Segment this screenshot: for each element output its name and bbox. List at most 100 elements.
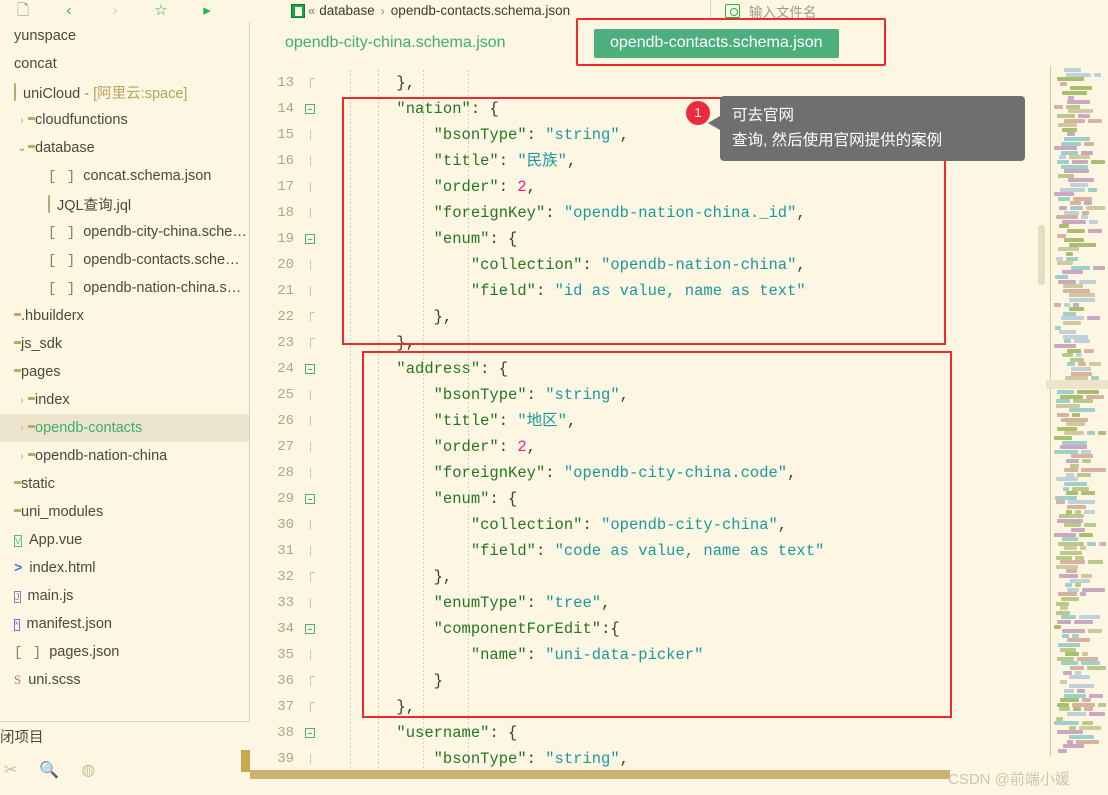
minimap-line (1079, 725, 1101, 730)
code-minimap[interactable] (1046, 62, 1108, 762)
back-icon[interactable]: ‹ (46, 0, 92, 21)
code-line[interactable]: }, (322, 70, 1108, 96)
code-editor[interactable]: 13 14 15 16 17 18 19 20 21 22 23 24 25 26 27 28 29 30 31 32… (250, 70, 1108, 770)
sidebar-item-database[interactable]: ⌄ database (0, 134, 249, 162)
minimap-line (1080, 592, 1086, 597)
sidebar-item-jql-jql[interactable]: JQL查询.jql (0, 190, 249, 218)
code-line[interactable]: "foreignKey": "opendb-city-china.code", (322, 460, 1108, 486)
fold-guide (302, 434, 318, 460)
code-token: , (566, 412, 577, 430)
vertical-scrollbar-thumb[interactable] (1038, 225, 1045, 285)
minimap-viewport-indicator[interactable] (1046, 380, 1108, 389)
cut-icon[interactable]: ✂ (4, 760, 17, 780)
sidebar-item-opendb-nation-china[interactable]: › opendb-nation-china (0, 442, 249, 470)
sidebar-item-app-vue[interactable]: V App.vue (0, 526, 249, 554)
sidebar-item-uni-scss[interactable]: Suni.scss (0, 666, 249, 694)
code-line[interactable]: } (322, 668, 1108, 694)
sidebar-item-pages[interactable]: pages (0, 358, 249, 386)
find-in-files-icon[interactable]: 🔍 (39, 760, 59, 780)
fold-toggle-icon[interactable] (302, 226, 318, 252)
code-line[interactable]: "field": "id as value, name as text" (322, 278, 1108, 304)
sidebar-item-unicloud-space[interactable]: uniCloud - [阿里云:space] (0, 78, 249, 106)
sidebar-item-index[interactable]: › index (0, 386, 249, 414)
fold-toggle-icon[interactable] (302, 720, 318, 746)
chevron-right-icon[interactable]: › (16, 115, 28, 126)
minimap-line (1094, 72, 1101, 77)
code-line[interactable]: "username": { (322, 720, 1108, 746)
sidebar-item-label: index.html (29, 560, 96, 576)
code-line[interactable]: }, (322, 304, 1108, 330)
breadcrumb-file[interactable]: opendb-contacts.schema.json (391, 3, 570, 18)
code-line[interactable]: "name": "uni-data-picker" (322, 642, 1108, 668)
code-line[interactable]: }, (322, 564, 1108, 590)
sidebar-item-index-html[interactable]: > index.html (0, 554, 249, 582)
minimap-line (1063, 670, 1072, 675)
cloud-globe-icon[interactable]: ◍ (81, 760, 95, 780)
code-line[interactable]: "enum": { (322, 486, 1108, 512)
close-project-row[interactable]: 闭项目 (0, 721, 249, 752)
fold-toggle-icon[interactable] (302, 616, 318, 642)
chevron-down-icon[interactable]: ⌄ (16, 143, 28, 154)
fold-toggle-icon[interactable] (302, 486, 318, 512)
minimap-line (1057, 702, 1069, 707)
code-line[interactable]: }, (322, 330, 1108, 356)
sidebar-item-opendb-contacts[interactable]: › opendb-contacts (0, 414, 249, 442)
project-explorer[interactable]: yunspace concat uniCloud - [阿里云:space] › clo… (0, 22, 250, 721)
minimap-line (1066, 252, 1073, 256)
code-line[interactable]: "componentForEdit":{ (322, 616, 1108, 642)
sidebar-item-cloudfunctions[interactable]: › cloudfunctions (0, 106, 249, 134)
minimap-line (1066, 509, 1072, 514)
breadcrumb-folder[interactable]: database (319, 3, 375, 18)
minimap-line (1057, 390, 1074, 394)
forward-icon[interactable]: › (92, 0, 138, 21)
minimap-line (1069, 293, 1095, 298)
sidebar-item-pages-json[interactable]: [ ] pages.json (0, 638, 249, 666)
code-token: , (777, 516, 788, 534)
code-folding-column[interactable] (302, 70, 318, 770)
sidebar-item-opendb-nation-china-s[interactable]: [ ] opendb-nation-china.s… (0, 274, 249, 302)
sidebar-item-concat[interactable]: concat (0, 50, 249, 78)
json-brackets-icon: [ ] (48, 168, 77, 185)
code-line[interactable]: "order": 2, (322, 174, 1108, 200)
sidebar-item-js-sdk[interactable]: js_sdk (0, 330, 249, 358)
code-line[interactable]: "enumType": "tree", (322, 590, 1108, 616)
sidebar-item-concat-schema-json[interactable]: [ ] concat.schema.json (0, 162, 249, 190)
favorite-star-icon[interactable]: ☆ (138, 0, 184, 21)
code-line[interactable]: "foreignKey": "opendb-nation-china._id", (322, 200, 1108, 226)
code-line[interactable]: "bsonType": "string", (322, 746, 1108, 770)
chevron-right-icon[interactable]: › (16, 451, 28, 462)
code-token: "enum" (433, 230, 490, 248)
chevron-right-icon[interactable]: › (16, 423, 28, 434)
code-line[interactable]: "enum": { (322, 226, 1108, 252)
code-token: "opendb-city-china" (601, 516, 778, 534)
tab-opendb-city-china[interactable]: opendb-city-china.schema.json (285, 34, 506, 52)
code-line[interactable]: "field": "code as value, name as text" (322, 538, 1108, 564)
fold-toggle-icon[interactable] (302, 96, 318, 122)
sidebar-item-hbuilderx[interactable]: .hbuilderx (0, 302, 249, 330)
vertical-scrollbar-track[interactable] (1038, 62, 1045, 762)
code-line[interactable]: "collection": "opendb-city-china", (322, 512, 1108, 538)
minimap-line (1058, 592, 1077, 597)
code-line[interactable]: "collection": "opendb-nation-china", (322, 252, 1108, 278)
fold-toggle-icon[interactable] (302, 356, 318, 382)
new-file-icon[interactable]: 🗋 (0, 0, 46, 21)
code-text[interactable]: }, "nation": { "bsonType": "string", "ti… (322, 70, 1108, 770)
line-number: 18 (277, 205, 294, 221)
code-line[interactable]: "bsonType": "string", (322, 382, 1108, 408)
code-line[interactable]: "title": "地区", (322, 408, 1108, 434)
sidebar-item-main-js[interactable]: Jmain.js (0, 582, 249, 610)
sidebar-item-uni-modules[interactable]: uni_modules (0, 498, 249, 526)
sidebar-item-static[interactable]: static (0, 470, 249, 498)
code-line[interactable]: "address": { (322, 356, 1108, 382)
sidebar-item-yunspace[interactable]: yunspace (0, 22, 249, 50)
code-token: "民族" (517, 152, 567, 170)
code-token: "foreignKey" (433, 464, 546, 482)
sidebar-item-opendb-contacts-sche[interactable]: [ ] opendb-contacts.sche… (0, 246, 249, 274)
horizontal-scrollbar-thumb[interactable] (250, 770, 950, 779)
code-line[interactable]: }, (322, 694, 1108, 720)
sidebar-item-manifest-json[interactable]: * manifest.json (0, 610, 249, 638)
code-line[interactable]: "order": 2, (322, 434, 1108, 460)
chevron-right-icon[interactable]: › (16, 395, 28, 406)
sidebar-item-opendb-city-china-sche[interactable]: [ ] opendb-city-china.sche… (0, 218, 249, 246)
